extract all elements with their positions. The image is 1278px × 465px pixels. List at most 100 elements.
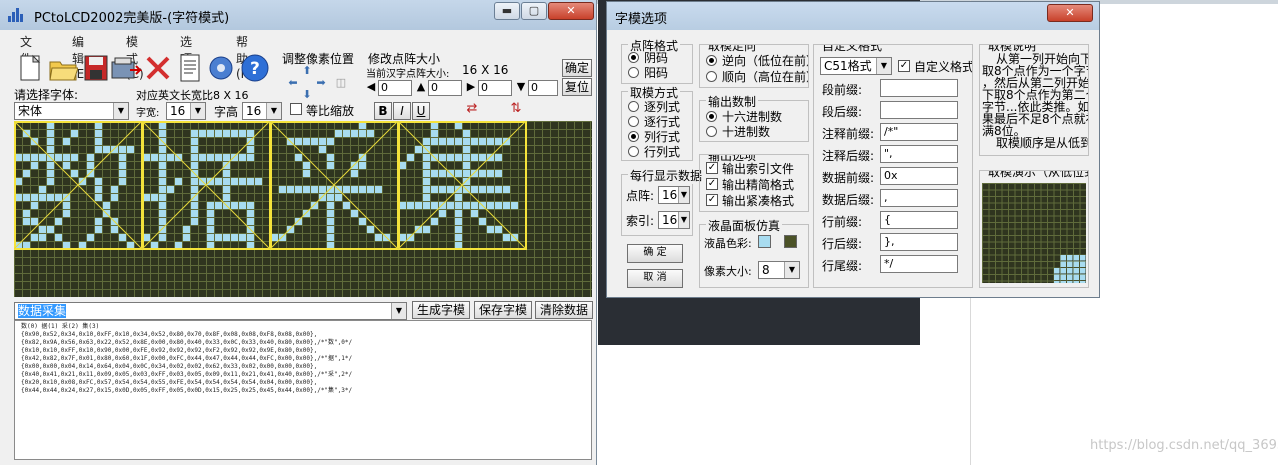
lcd-preview[interactable]: [14, 121, 592, 297]
lcd-pixel: [447, 186, 454, 193]
segment-prefix-field[interactable]: [880, 79, 958, 97]
radio-row-column[interactable]: [628, 146, 639, 157]
rotate-icon[interactable]: ⇄: [456, 102, 488, 116]
shift-right-icon[interactable]: ➡: [314, 76, 328, 90]
radio-positive[interactable]: [628, 67, 639, 78]
reset-size-button[interactable]: 复位: [562, 78, 592, 96]
index-count-select[interactable]: 16 ▼: [658, 211, 690, 229]
lcd-pixel: [495, 202, 502, 209]
italic-button[interactable]: I: [393, 102, 411, 120]
custom-format-checkbox[interactable]: ✓: [898, 60, 910, 72]
tight-checkbox[interactable]: ✓: [706, 194, 718, 206]
clear-data-button[interactable]: 清除数据: [535, 301, 593, 319]
demo-pixel: [1073, 274, 1079, 280]
close-button[interactable]: ✕: [548, 2, 594, 20]
confirm-size-button[interactable]: 确定: [562, 59, 592, 77]
height-bottom-spin[interactable]: 0: [528, 80, 558, 96]
ok-button[interactable]: 确 定: [627, 244, 683, 263]
dialog-titlebar[interactable]: 字模选项 ✕: [607, 2, 1099, 30]
line-prefix-field[interactable]: {: [880, 211, 958, 229]
custom-format-check-label: 自定义格式: [914, 60, 973, 74]
width-right-spin[interactable]: 0: [478, 80, 512, 96]
index-file-checkbox[interactable]: ✓: [706, 162, 718, 174]
minimize-button[interactable]: ▬: [494, 2, 520, 20]
lcd-pixel: [111, 146, 118, 153]
lcd-pixel: [479, 170, 486, 177]
data-prefix-field[interactable]: 0x: [880, 167, 958, 185]
line-suffix-field[interactable]: },: [880, 233, 958, 251]
height-top-spin[interactable]: 0: [428, 80, 462, 96]
lcd-pixel: [151, 242, 158, 249]
height-decrease-icon[interactable]: ▼: [514, 80, 528, 94]
open-folder-icon[interactable]: [48, 52, 79, 82]
lcd-pixel: [487, 186, 494, 193]
shift-left-icon[interactable]: ⬅: [286, 76, 300, 90]
lcd-pixel: [215, 130, 222, 137]
radio-hex[interactable]: [706, 111, 717, 122]
lcd-pixel: [143, 234, 150, 241]
width-select[interactable]: 16 ▼: [166, 102, 206, 120]
bold-button[interactable]: B: [374, 102, 392, 120]
chevron-down-icon[interactable]: ▼: [876, 58, 891, 74]
data-suffix-field[interactable]: ,: [880, 189, 958, 207]
radio-forward[interactable]: [706, 71, 717, 82]
radio-column-row[interactable]: [628, 131, 639, 142]
chevron-down-icon[interactable]: ▼: [678, 212, 689, 228]
pixel-size-select[interactable]: 8 ▼: [758, 261, 800, 279]
font-select[interactable]: 宋体 ▼: [14, 102, 129, 120]
underline-button[interactable]: U: [412, 102, 430, 120]
lcd-pixel: [239, 154, 246, 161]
notes-icon[interactable]: [176, 52, 204, 82]
radio-reverse[interactable]: [706, 55, 717, 66]
chevron-down-icon[interactable]: ▼: [391, 303, 406, 319]
save-font-button[interactable]: 保存字模: [474, 301, 532, 319]
chevron-down-icon[interactable]: ▼: [678, 187, 689, 203]
width-decrease-icon[interactable]: ◀: [364, 80, 378, 94]
height-increase-icon[interactable]: ▲: [414, 80, 428, 94]
format-select[interactable]: C51格式 ▼: [820, 57, 892, 75]
text-input[interactable]: 数据采集 ▼: [14, 302, 407, 320]
output-textarea[interactable]: 数(0) 据(1) 采(2) 集(3) {0x90,0x52,0x34,0x10…: [14, 320, 592, 460]
help-icon[interactable]: ?: [240, 52, 269, 82]
lcd-off-color-swatch[interactable]: [784, 235, 797, 248]
export-icon[interactable]: [110, 52, 143, 82]
generate-button[interactable]: 生成字模: [412, 301, 470, 319]
compact-checkbox[interactable]: ✓: [706, 178, 718, 190]
settings-gear-icon[interactable]: [206, 52, 234, 82]
chevron-down-icon[interactable]: ▼: [784, 262, 799, 278]
lcd-pixel: [415, 146, 422, 153]
cancel-button[interactable]: 取 消: [627, 269, 683, 288]
width-left-spin[interactable]: 0: [378, 80, 412, 96]
radio-row[interactable]: [628, 116, 639, 127]
lcd-pixel: [311, 138, 318, 145]
height-select[interactable]: 16 ▼: [242, 102, 282, 120]
lcd-on-color-swatch[interactable]: [758, 235, 771, 248]
delete-x-icon[interactable]: [144, 52, 172, 82]
lcd-pixel: [95, 194, 102, 201]
flip-icon[interactable]: ⇅: [500, 102, 532, 116]
chevron-down-icon[interactable]: ▼: [266, 103, 281, 119]
dialog-close-button[interactable]: ✕: [1047, 4, 1093, 22]
radio-column[interactable]: [628, 101, 639, 112]
chevron-down-icon[interactable]: ▼: [190, 103, 205, 119]
shift-up-icon[interactable]: ⬆: [300, 64, 314, 78]
main-titlebar[interactable]: PCtoLCD2002完美版-(字符模式) ▬ ▢ ✕: [0, 0, 596, 30]
comment-suffix-field[interactable]: ",: [880, 145, 958, 163]
lcd-pixel: [47, 194, 54, 201]
comment-prefix-field[interactable]: /*": [880, 123, 958, 141]
save-disk-icon[interactable]: [82, 52, 110, 82]
mirror-icon[interactable]: ◫: [334, 76, 348, 90]
radio-negative[interactable]: [628, 52, 639, 63]
proportional-checkbox[interactable]: [290, 103, 302, 115]
maximize-button[interactable]: ▢: [521, 2, 547, 20]
dot-count-select[interactable]: 16 ▼: [658, 186, 690, 204]
shift-down-icon[interactable]: ⬇: [300, 88, 314, 102]
line-end-field[interactable]: */: [880, 255, 958, 273]
lcd-pixel: [47, 170, 54, 177]
radio-decimal[interactable]: [706, 126, 717, 137]
segment-suffix-field[interactable]: [880, 101, 958, 119]
lcd-sim-group: 液晶面板仿真 液晶色彩: 像素大小: 8 ▼: [699, 217, 809, 288]
new-file-icon[interactable]: [16, 52, 44, 82]
width-increase-icon[interactable]: ▶: [464, 80, 478, 94]
chevron-down-icon[interactable]: ▼: [113, 103, 128, 119]
